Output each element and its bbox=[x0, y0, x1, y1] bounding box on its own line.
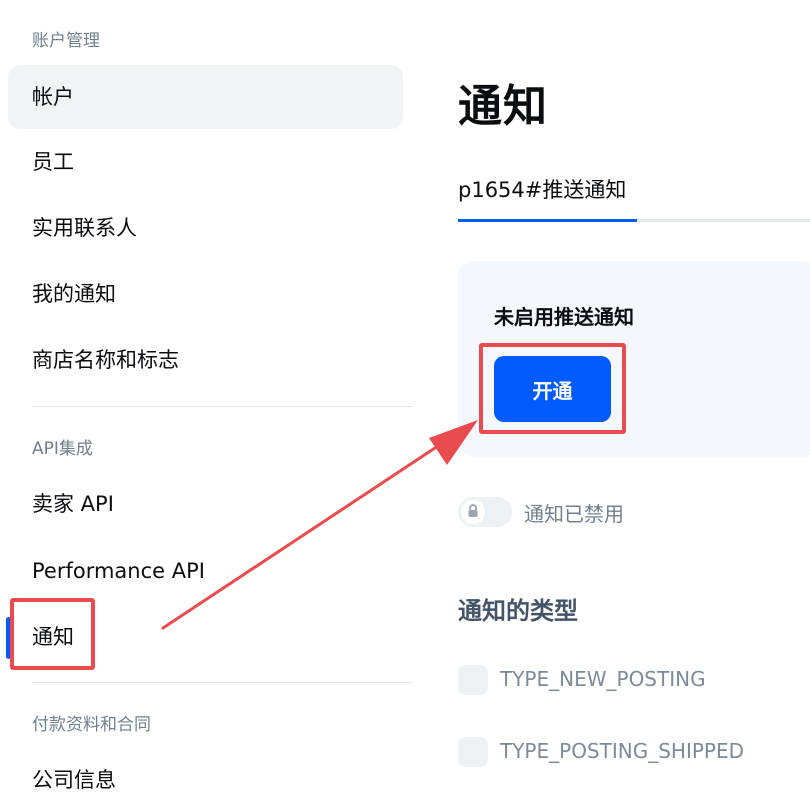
group-title-account-management: 账户管理 bbox=[32, 31, 100, 51]
sidebar-item-account[interactable]: 帐户 bbox=[8, 65, 403, 129]
lock-icon bbox=[467, 503, 479, 522]
notification-types-title: 通知的类型 bbox=[458, 597, 578, 625]
sidebar-item-contacts[interactable]: 实用联系人 bbox=[8, 196, 403, 260]
type-label: TYPE_POSTING_SHIPPED bbox=[500, 739, 744, 763]
group-title-api-integration: API集成 bbox=[32, 439, 93, 459]
sidebar-item-store-name-logo[interactable]: 商店名称和标志 bbox=[8, 328, 403, 392]
type-checkbox[interactable] bbox=[458, 665, 488, 695]
push-status-title: 未启用推送通知 bbox=[494, 305, 634, 329]
toggle-knob bbox=[461, 500, 485, 524]
sidebar-item-seller-api[interactable]: 卖家 API bbox=[8, 472, 403, 536]
group-title-payment-contracts: 付款资料和合同 bbox=[32, 715, 151, 735]
page-title: 通知 bbox=[458, 81, 548, 132]
annotation-box-notifications bbox=[10, 598, 95, 670]
toggle-status-label: 通知已禁用 bbox=[524, 502, 624, 526]
type-label: TYPE_NEW_POSTING bbox=[500, 667, 706, 691]
sidebar-divider bbox=[32, 406, 412, 407]
sidebar-divider bbox=[32, 682, 412, 683]
sidebar: 账户管理 帐户 员工 实用联系人 我的通知 商店名称和标志 API集成 卖家 A… bbox=[0, 0, 420, 807]
annotation-box-enable-button bbox=[479, 343, 626, 434]
sidebar-item-employees[interactable]: 员工 bbox=[8, 130, 403, 194]
tab-active-underline bbox=[458, 219, 637, 222]
sidebar-item-company-info[interactable]: 公司信息 bbox=[8, 748, 403, 807]
type-checkbox[interactable] bbox=[458, 737, 488, 767]
sidebar-item-my-notifications[interactable]: 我的通知 bbox=[8, 262, 403, 326]
notifications-toggle[interactable] bbox=[458, 497, 512, 527]
tab-push-notifications[interactable]: p1654#推送通知 bbox=[458, 174, 626, 204]
sidebar-item-performance-api[interactable]: Performance API bbox=[8, 539, 403, 603]
